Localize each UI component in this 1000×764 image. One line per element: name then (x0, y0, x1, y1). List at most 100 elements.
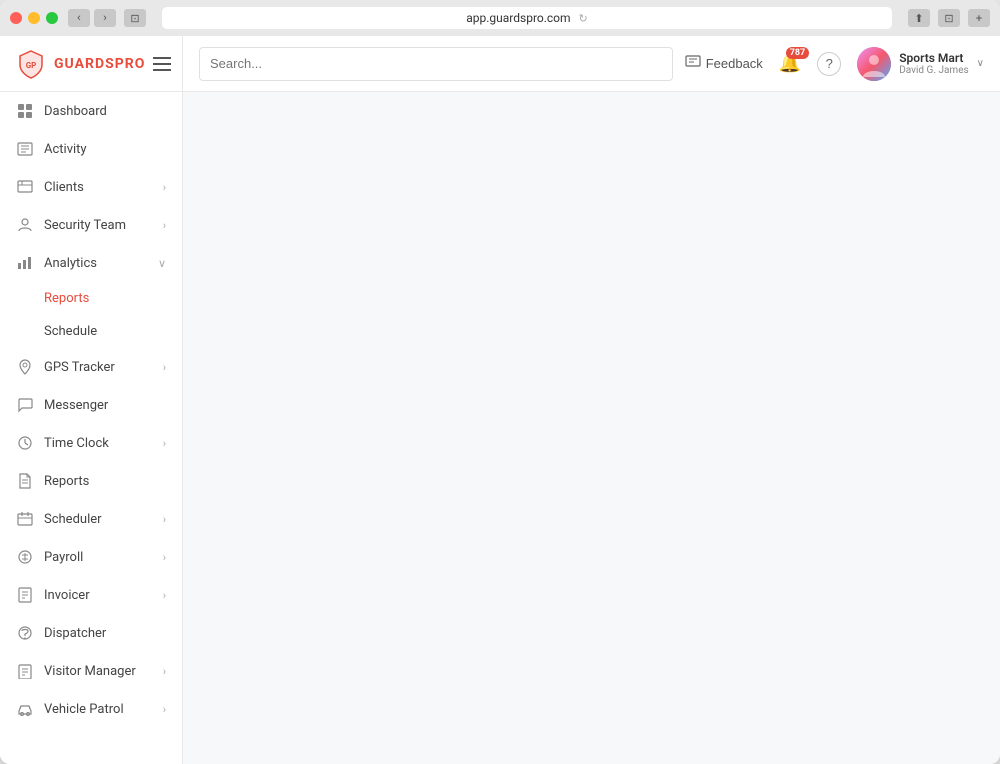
maximize-button[interactable] (46, 12, 58, 24)
sidebar-nav: Dashboard Activity Clients › (0, 92, 182, 764)
sidebar-item-gps-tracker[interactable]: GPS Tracker › (0, 348, 182, 386)
chevron-right-icon: › (163, 181, 166, 194)
avatar (857, 47, 891, 81)
svg-text:GP: GP (26, 61, 37, 70)
logo-text: GUARDSPRO (54, 56, 145, 72)
back-button[interactable]: ‹ (68, 9, 90, 27)
help-button[interactable]: ? (817, 52, 841, 76)
sidebar-item-scheduler[interactable]: Scheduler › (0, 500, 182, 538)
user-info: Sports Mart David G. James (899, 51, 968, 76)
url-bar[interactable]: app.guardspro.com ↻ (162, 7, 892, 29)
feedback-label: Feedback (706, 56, 763, 71)
security-team-icon (16, 216, 34, 234)
sidebar-item-visitor-manager[interactable]: Visitor Manager › (0, 652, 182, 690)
title-bar: ‹ › ⊡ app.guardspro.com ↻ ⬆ ⊡ + (0, 0, 1000, 36)
invoicer-icon (16, 586, 34, 604)
payroll-icon (16, 548, 34, 566)
gps-tracker-icon (16, 358, 34, 376)
sidebar-item-label: Scheduler (44, 512, 153, 527)
chevron-right-icon: › (163, 703, 166, 716)
user-name: Sports Mart (899, 51, 968, 65)
sidebar-item-label: Reports (44, 474, 166, 489)
notification-area[interactable]: 🔔 787 (779, 53, 801, 74)
search-input[interactable] (199, 47, 673, 81)
minimize-button[interactable] (28, 12, 40, 24)
chevron-right-icon: › (163, 589, 166, 602)
user-sub: David G. James (899, 65, 968, 76)
hamburger-line (153, 63, 171, 65)
header-actions: Feedback 🔔 787 ? (685, 47, 984, 81)
share-icon[interactable]: ⬆ (908, 9, 930, 27)
feedback-icon (685, 55, 701, 72)
sidebar-item-reports[interactable]: Reports (0, 462, 182, 500)
sidebar-item-label: Vehicle Patrol (44, 702, 153, 717)
app-header: Feedback 🔔 787 ? (183, 36, 1000, 92)
app-window: ‹ › ⊡ app.guardspro.com ↻ ⬆ ⊡ + G (0, 0, 1000, 764)
dispatcher-icon (16, 624, 34, 642)
chevron-down-icon: ∨ (158, 257, 166, 270)
chevron-right-icon: › (163, 551, 166, 564)
vehicle-patrol-icon (16, 700, 34, 718)
notification-badge: 787 (786, 47, 810, 59)
hamburger-menu[interactable] (153, 57, 171, 71)
app-body: GP GUARDSPRO Dashboard (0, 36, 1000, 764)
sidebar-item-dispatcher[interactable]: Dispatcher (0, 614, 182, 652)
time-clock-icon (16, 434, 34, 452)
chevron-right-icon: › (163, 219, 166, 232)
sidebar-item-time-clock[interactable]: Time Clock › (0, 424, 182, 462)
sidebar-subitem-reports[interactable]: Reports (0, 282, 182, 315)
user-area[interactable]: Sports Mart David G. James ∨ (857, 47, 984, 81)
sidebar-item-label: Dispatcher (44, 626, 166, 641)
activity-icon (16, 140, 34, 158)
chevron-right-icon: › (163, 437, 166, 450)
main-content (183, 92, 1000, 764)
help-label: ? (826, 56, 833, 71)
sidebar-item-label: Analytics (44, 256, 148, 271)
sidebar-item-label: Invoicer (44, 588, 153, 603)
browser-nav-buttons: ‹ › (68, 9, 116, 27)
chevron-right-icon: › (163, 361, 166, 374)
tab-overview-icon[interactable]: ⊡ (938, 9, 960, 27)
sidebar-header: GP GUARDSPRO (0, 36, 182, 92)
sidebar-container: GP GUARDSPRO Dashboard (0, 36, 183, 764)
sidebar-item-label: Messenger (44, 398, 166, 413)
sidebar-item-activity[interactable]: Activity (0, 130, 182, 168)
dashboard-icon (16, 102, 34, 120)
chevron-right-icon: › (163, 513, 166, 526)
sidebar-item-dashboard[interactable]: Dashboard (0, 92, 182, 130)
traffic-lights (10, 12, 58, 24)
title-bar-actions: ⬆ ⊡ + (908, 9, 990, 27)
sidebar-item-label: Clients (44, 180, 153, 195)
add-tab-icon[interactable]: + (968, 9, 990, 27)
feedback-button[interactable]: Feedback (685, 55, 763, 72)
scheduler-icon (16, 510, 34, 528)
sidebar-item-messenger[interactable]: Messenger (0, 386, 182, 424)
sidebar-item-label: Payroll (44, 550, 153, 565)
visitor-manager-icon (16, 662, 34, 680)
sidebar-item-analytics[interactable]: Analytics ∨ (0, 244, 182, 282)
sidebar-item-label: GPS Tracker (44, 360, 153, 375)
reload-icon: ↻ (579, 12, 588, 25)
sub-item-label: Reports (44, 291, 89, 306)
tab-button[interactable]: ⊡ (124, 9, 146, 27)
sidebar-subitem-schedule[interactable]: Schedule (0, 315, 182, 348)
hamburger-line (153, 57, 171, 59)
user-chevron-icon: ∨ (977, 58, 984, 69)
reports-icon (16, 472, 34, 490)
hamburger-line (153, 69, 171, 71)
sidebar-item-invoicer[interactable]: Invoicer › (0, 576, 182, 614)
logo-icon: GP (16, 49, 46, 79)
clients-icon (16, 178, 34, 196)
sidebar-item-security-team[interactable]: Security Team › (0, 206, 182, 244)
avatar-image (857, 47, 891, 81)
sidebar-item-clients[interactable]: Clients › (0, 168, 182, 206)
close-button[interactable] (10, 12, 22, 24)
sidebar-item-label: Security Team (44, 218, 153, 233)
sidebar-item-vehicle-patrol[interactable]: Vehicle Patrol › (0, 690, 182, 728)
chevron-right-icon: › (163, 665, 166, 678)
forward-button[interactable]: › (94, 9, 116, 27)
sub-item-label: Schedule (44, 324, 97, 339)
analytics-icon (16, 254, 34, 272)
sidebar-item-payroll[interactable]: Payroll › (0, 538, 182, 576)
sidebar-item-label: Visitor Manager (44, 664, 153, 679)
